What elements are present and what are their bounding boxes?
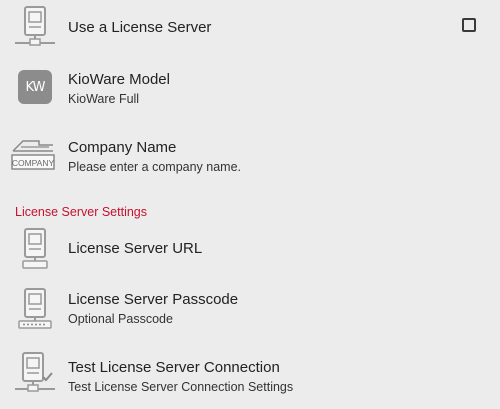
svg-text:COMPANY: COMPANY [12,158,55,168]
test-connection-row[interactable]: Test License Server Connection Test Lice… [0,346,500,402]
license-server-passcode-title: License Server Passcode [68,291,239,308]
kioware-logo-icon: KW [10,62,60,112]
license-server-passcode-hint: Optional Passcode [68,312,173,326]
kioware-model-title: KioWare Model [68,71,170,88]
company-sign-icon: COMPANY [9,132,57,182]
test-connection-icon [10,348,60,398]
license-server-icon [10,2,60,52]
company-name-value: Please enter a company name. [68,160,242,174]
license-server-settings-header: License Server Settings [15,205,148,219]
settings-list: Use a License Server KW KioWare Model Ki… [0,0,500,409]
use-license-server-label: Use a License Server [68,19,212,36]
license-server-url-row[interactable]: License Server URL [0,222,500,274]
server-url-icon [10,224,60,274]
company-name-row[interactable]: COMPANY Company Name Please enter a comp… [0,128,500,184]
test-connection-title: Test License Server Connection [68,359,280,376]
test-connection-subtitle: Test License Server Connection Settings [68,380,294,394]
license-server-url-title: License Server URL [68,240,203,257]
company-name-title: Company Name [68,139,177,156]
use-license-server-row[interactable]: Use a License Server [0,0,500,52]
kioware-model-value: KioWare Full [68,92,140,106]
kioware-model-row[interactable]: KW KioWare Model KioWare Full [0,60,500,116]
license-server-passcode-row[interactable]: License Server Passcode Optional Passcod… [0,282,500,338]
passcode-icon [10,284,60,334]
use-license-server-checkbox[interactable] [462,18,476,32]
